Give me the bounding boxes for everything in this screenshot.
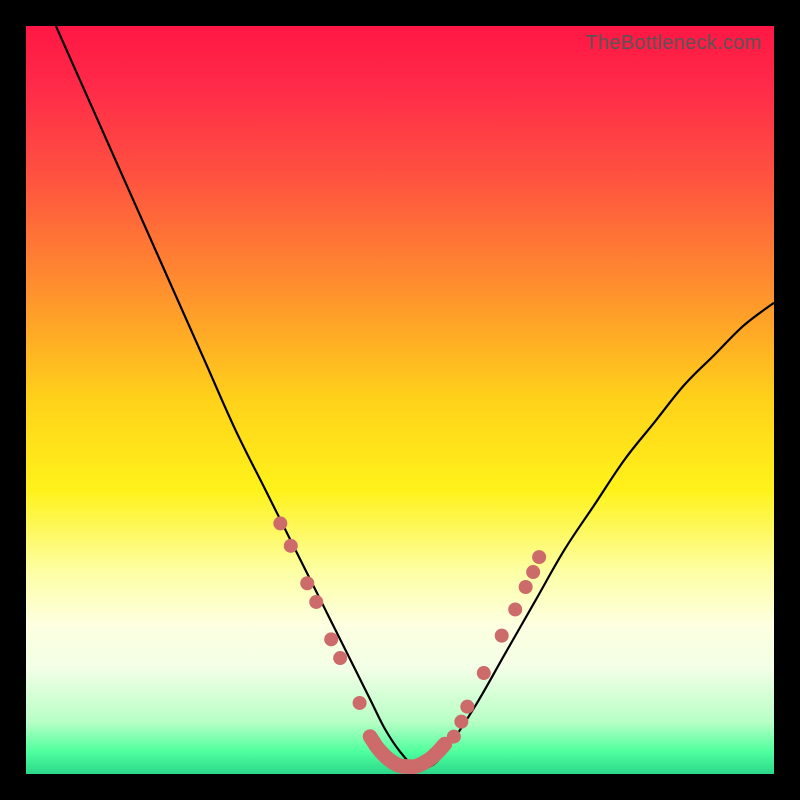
curve-marker — [495, 629, 509, 643]
curve-marker — [333, 651, 347, 665]
curve-marker — [324, 632, 338, 646]
curve-marker — [309, 595, 323, 609]
curve-marker — [273, 516, 287, 530]
curve-marker — [460, 700, 474, 714]
curve-marker — [508, 602, 522, 616]
curve-marker — [353, 696, 367, 710]
curve-marker — [519, 580, 533, 594]
curve-marker — [447, 730, 461, 744]
curve-marker — [532, 550, 546, 564]
chart-svg — [26, 26, 774, 774]
curve-marker — [454, 715, 468, 729]
gradient-background — [26, 26, 774, 774]
curve-marker — [477, 666, 491, 680]
chart-frame: TheBottleneck.com — [26, 26, 774, 774]
curve-marker — [284, 539, 298, 553]
watermark-text: TheBottleneck.com — [586, 32, 762, 55]
curve-marker — [300, 576, 314, 590]
curve-marker — [526, 565, 540, 579]
